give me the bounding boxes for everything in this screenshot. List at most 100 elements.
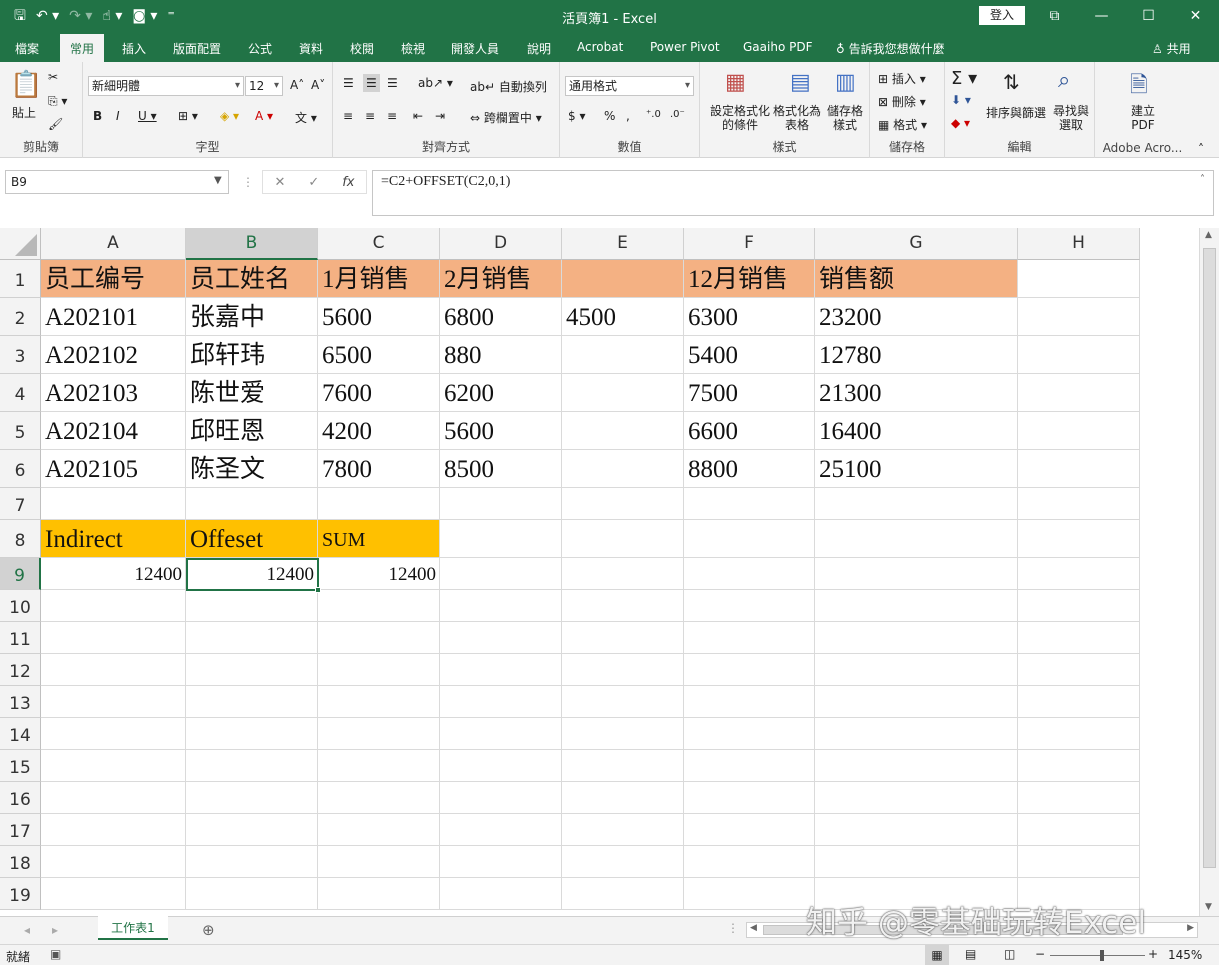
cell-g10[interactable] [815,590,1018,622]
cell-e12[interactable] [562,654,684,686]
cell-e11[interactable] [562,622,684,654]
cell-a10[interactable] [41,590,186,622]
cell-g14[interactable] [815,718,1018,750]
cell-a11[interactable] [41,622,186,654]
cell-d19[interactable] [440,878,562,910]
tell-me-search[interactable]: ♁ 告訴我您想做什麼 [836,40,945,57]
tab-help[interactable]: 說明 [527,40,551,57]
sort-filter-button[interactable]: 排序與篩選 [986,104,1046,121]
cell-d12[interactable] [440,654,562,686]
row-header-15[interactable]: 15 [0,750,41,782]
row-header-5[interactable]: 5 [0,412,41,450]
cell-d11[interactable] [440,622,562,654]
cell-g17[interactable] [815,814,1018,846]
delete-cells-button[interactable]: ⊠ 刪除 ▾ [878,93,926,110]
cell-e15[interactable] [562,750,684,782]
sheet-tab-1[interactable]: 工作表1 [98,916,168,940]
row-header-18[interactable]: 18 [0,846,41,878]
login-button[interactable]: 登入 [979,6,1025,25]
cell-f3[interactable]: 5400 [684,336,815,374]
cell-e2[interactable]: 4500 [562,298,684,336]
row-header-13[interactable]: 13 [0,686,41,718]
cell-a14[interactable] [41,718,186,750]
cell-a3[interactable]: A202102 [41,336,186,374]
tab-data[interactable]: 資料 [299,40,323,57]
cell-b11[interactable] [186,622,318,654]
cell-b6[interactable]: 陈圣文 [186,450,318,488]
row-header-6[interactable]: 6 [0,450,41,488]
cell-c10[interactable] [318,590,440,622]
cell-b9[interactable]: 12400 [186,558,318,590]
cell-a17[interactable] [41,814,186,846]
find-select-button[interactable]: 尋找與選取 [1051,104,1091,132]
cell-a15[interactable] [41,750,186,782]
cell-e5[interactable] [562,412,684,450]
cell-e18[interactable] [562,846,684,878]
cut-icon[interactable]: ✂ [48,70,58,84]
tab-home[interactable]: 常用 [60,34,105,62]
comma-icon[interactable]: , [626,109,630,123]
grow-font-icon[interactable]: A˄ [290,78,304,92]
percent-icon[interactable]: % [604,109,615,123]
cell-b12[interactable] [186,654,318,686]
column-header-b[interactable]: B [186,228,318,260]
cell-a16[interactable] [41,782,186,814]
clear-icon[interactable]: ◆ ▾ [951,116,970,130]
cell-d15[interactable] [440,750,562,782]
vertical-scroll-thumb[interactable] [1203,248,1216,868]
cell-e1[interactable] [562,260,684,298]
cell-e8[interactable] [562,520,684,558]
cell-h3[interactable] [1018,336,1140,374]
cell-b13[interactable] [186,686,318,718]
prev-sheet-icon[interactable]: ◂ [24,923,30,937]
cell-g7[interactable] [815,488,1018,520]
cell-d4[interactable]: 6200 [440,374,562,412]
ribbon-display-icon[interactable]: ⧉ [1031,0,1078,32]
zoom-out-icon[interactable]: − [1035,947,1045,961]
cell-h9[interactable] [1018,558,1140,590]
cell-c13[interactable] [318,686,440,718]
close-icon[interactable]: ✕ [1172,0,1219,32]
cell-a1[interactable]: 员工编号 [41,260,186,298]
insert-cells-button[interactable]: ⊞ 插入 ▾ [878,70,926,87]
cell-styles-button[interactable]: 儲存格樣式 [822,104,868,132]
cell-c6[interactable]: 7800 [318,450,440,488]
format-painter-icon[interactable]: 🖌 [48,117,63,131]
macro-record-icon[interactable]: ▣ [50,947,61,961]
cell-a6[interactable]: A202105 [41,450,186,488]
cell-h18[interactable] [1018,846,1140,878]
increase-decimal-icon[interactable]: ⁺.0 [646,109,661,120]
cell-g8[interactable] [815,520,1018,558]
row-header-19[interactable]: 19 [0,878,41,910]
scroll-right-icon[interactable]: ▶ [1187,923,1194,933]
wrap-text-button[interactable]: ab↵ 自動換列 [470,78,547,95]
row-header-3[interactable]: 3 [0,336,41,374]
cell-e19[interactable] [562,878,684,910]
cell-a12[interactable] [41,654,186,686]
cell-h2[interactable] [1018,298,1140,336]
cell-b1[interactable]: 员工姓名 [186,260,318,298]
cell-g5[interactable]: 16400 [815,412,1018,450]
align-center-icon[interactable]: ≡ [365,109,375,123]
fill-icon[interactable]: ⬇ ▾ [951,93,971,107]
tab-gaaiho-pdf[interactable]: Gaaiho PDF [743,40,812,54]
tab-power-pivot[interactable]: Power Pivot [650,40,720,54]
add-sheet-icon[interactable]: ⊕ [202,921,215,939]
format-as-table-button[interactable]: 格式化為表格 [772,104,822,132]
cell-d1[interactable]: 2月销售 [440,260,562,298]
align-middle-icon[interactable]: ☰ [363,74,380,92]
cell-g4[interactable]: 21300 [815,374,1018,412]
cell-e6[interactable] [562,450,684,488]
cell-h1[interactable] [1018,260,1140,298]
cell-f8[interactable] [684,520,815,558]
scroll-up-icon[interactable]: ▲ [1205,230,1212,240]
cell-h7[interactable] [1018,488,1140,520]
cell-d8[interactable] [440,520,562,558]
cell-f1[interactable]: 12月销售 [684,260,815,298]
cell-d2[interactable]: 6800 [440,298,562,336]
tab-page-layout[interactable]: 版面配置 [173,40,221,57]
tab-acrobat[interactable]: Acrobat [577,40,623,54]
row-header-16[interactable]: 16 [0,782,41,814]
cell-f17[interactable] [684,814,815,846]
cell-c12[interactable] [318,654,440,686]
